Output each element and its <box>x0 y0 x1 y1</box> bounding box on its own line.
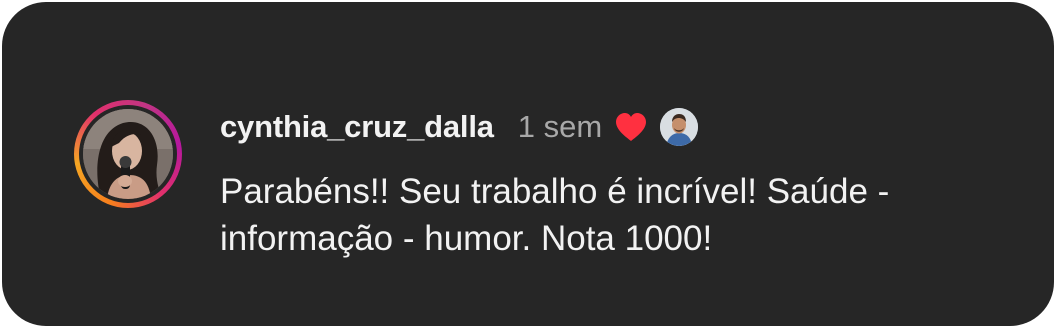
username-link[interactable]: cynthia_cruz_dalla <box>220 109 494 145</box>
creator-avatar-image <box>660 108 699 146</box>
comment-timestamp: 1 sem <box>517 109 603 144</box>
comment-text: Parabéns!! Seu trabalho é incrível! Saúd… <box>220 172 890 258</box>
comment-card: cynthia_cruz_dalla 1 sem Parabéns!! Seu … <box>2 2 1054 326</box>
avatar-image <box>83 109 173 199</box>
comment-header: cynthia_cruz_dalla 1 sem <box>220 102 699 152</box>
creator-liked-avatar <box>660 108 699 146</box>
avatar[interactable] <box>83 109 173 199</box>
heart-icon[interactable] <box>614 112 648 142</box>
story-ring[interactable] <box>74 100 182 208</box>
